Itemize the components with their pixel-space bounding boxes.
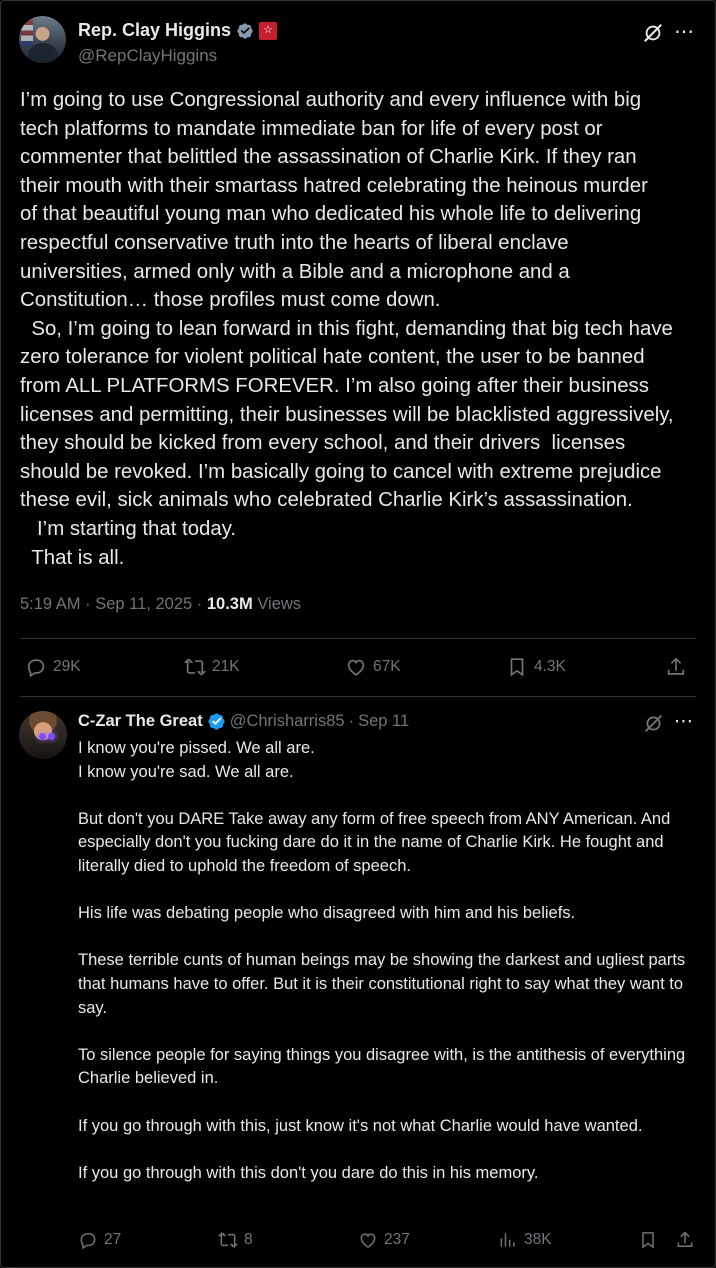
views-label: Views [257,595,302,613]
like-count: 237 [384,1231,410,1248]
reply-paragraph: These terrible cunts of human beings may… [78,951,686,1017]
reply-paragraph: But don't you DARE Take away any form of… [78,809,671,875]
reply-paragraph: I know you're pissed. We all are. [78,739,315,757]
more-icon[interactable]: ⋯ [674,19,695,44]
like-button[interactable]: 237 [358,1230,410,1250]
reply-paragraph: I know you're sad. We all are. [78,762,294,781]
reply-paragraph: If you go through with this, just know i… [78,1116,643,1135]
reply-author-handle[interactable]: @Chrisharris85 [230,712,345,731]
author-name[interactable]: Rep. Clay Higgins [78,20,231,41]
avatar[interactable] [19,16,66,63]
bookmark-icon [642,1232,654,1249]
bookmark-button[interactable] [638,1230,658,1250]
grok-icon[interactable] [643,713,664,734]
avatar-eye-glow [39,733,46,740]
reply-text: I know you're pissed. We all are. I know … [78,737,704,1185]
verified-badge-icon [208,713,225,730]
author-line: Rep. Clay Higgins ☆ [78,20,278,41]
meta-separator: · [85,595,96,613]
share-button[interactable] [665,656,687,678]
reply-icon [27,659,45,678]
author-handle[interactable]: @RepClayHiggins [78,46,217,66]
repost-count: 21K [212,658,240,675]
reply-paragraph: His life was debating people who disagre… [78,904,576,923]
reply-header: C-Zar The Great @Chrisharris85 · Sep 11 [78,712,409,731]
reply-icon [80,1233,96,1250]
share-button[interactable] [675,1230,695,1250]
like-count: 67K [373,658,401,675]
reply-date[interactable]: Sep 11 [358,712,409,731]
views-button[interactable]: 38K [498,1230,552,1250]
reply-button[interactable]: 29K [25,656,81,678]
views-icon [500,1233,515,1247]
repost-button[interactable]: 8 [218,1230,253,1250]
post-date[interactable]: Sep 11, 2025 [95,595,192,613]
reply-paragraph: If you go through with this don't you da… [78,1163,539,1182]
avatar-figure [28,43,58,63]
reply-count: 29K [53,658,81,675]
like-button[interactable]: 67K [345,656,401,678]
reply-avatar[interactable] [19,711,67,759]
meta-separator: · [348,712,355,730]
divider [20,696,696,697]
bookmark-icon [510,658,524,677]
verified-badge-icon [237,22,253,39]
share-icon [677,1231,693,1247]
repost-icon [218,1232,238,1248]
reply-paragraph: To silence people for saying things you … [78,1045,686,1088]
more-icon[interactable]: ⋯ [674,710,694,733]
repost-button[interactable]: 21K [184,656,240,678]
reply-author-name[interactable]: C-Zar The Great [78,712,203,731]
share-icon [667,657,685,675]
post-meta: 5:19 AM · Sep 11, 2025 · 10.3M Views [20,595,301,614]
post-text: I’m going to use Congressional authority… [20,89,674,569]
post-time[interactable]: 5:19 AM [20,595,81,613]
like-icon [347,659,365,676]
bookmark-button[interactable]: 4.3K [506,656,566,678]
action-bar: 29K 21K 67K 4.3K [0,648,716,688]
grok-icon[interactable] [642,22,664,44]
like-icon [360,1233,376,1248]
views-count: 10.3M [206,595,253,613]
repost-icon [184,658,206,676]
government-badge-icon: ☆ [259,21,278,40]
avatar-eye-glow [48,733,55,740]
bookmark-count: 4.3K [534,658,566,675]
reply-button[interactable]: 27 [78,1230,121,1250]
avatar-flag [21,20,33,46]
reply-count: 27 [104,1231,122,1248]
views-count: 38K [524,1231,552,1248]
repost-count: 8 [244,1231,253,1248]
meta-separator: · [196,595,207,613]
divider [20,638,696,639]
reply-action-bar: 27 8 237 38K [0,1226,716,1256]
